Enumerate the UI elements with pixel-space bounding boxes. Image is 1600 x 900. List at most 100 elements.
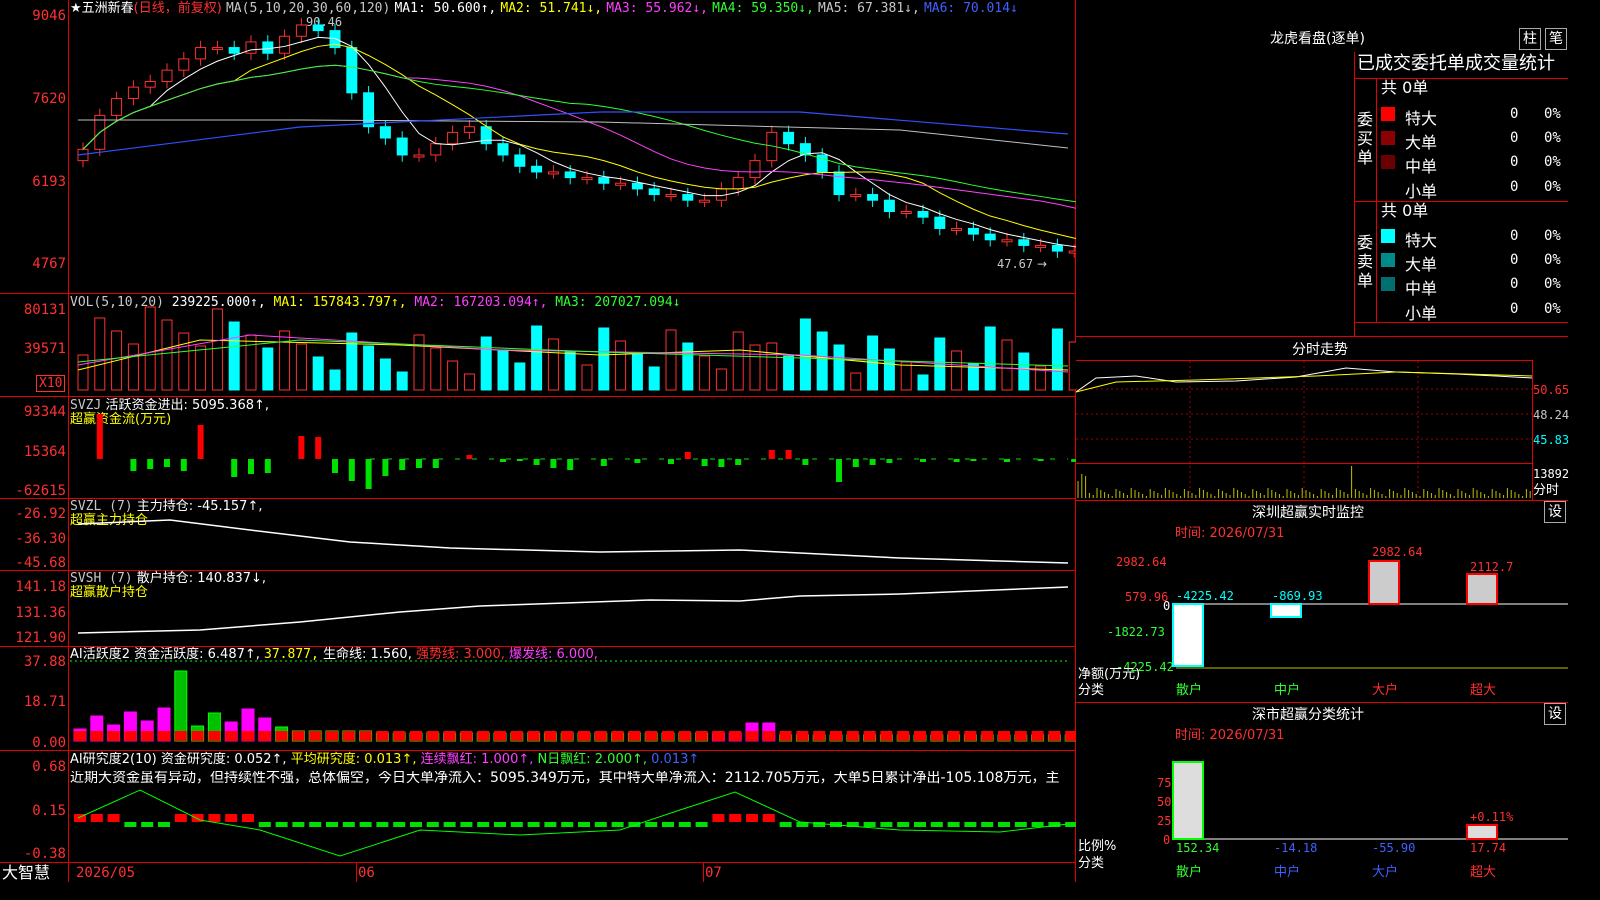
ai1-base-bar [930,731,943,741]
ai2-bar [695,822,708,827]
ai2-bar [494,822,506,827]
svzj-bar [684,452,691,459]
svzj-bar [180,459,187,471]
candle-body [262,41,274,54]
svzj-bar [785,450,792,459]
candle-body [1018,239,1030,246]
ai2-bar [779,822,792,827]
classify-settings-button[interactable]: 设 [1544,703,1566,725]
ai2-bar [762,814,775,822]
fs-y-label: 13892 [1533,467,1570,481]
ai1-base-bar [191,731,204,741]
vol-bar [1068,341,1076,391]
vol-bar [615,340,627,391]
candle-body [900,211,912,215]
kline-chart-svg[interactable] [0,0,1076,882]
ai2-bar [964,822,977,827]
svzj-bar [164,459,170,467]
ai2-bar [678,822,691,827]
candle-body [631,182,643,190]
ai1-base-bar [830,731,842,741]
vol-bar [127,343,139,391]
fenshi-title: 分时走势 [1292,342,1348,358]
kline-main-area[interactable]: 9046 7620 6193 4767 80131 39571 X10 9334… [0,0,1076,882]
vol-bar [833,344,845,391]
candle-body [783,131,795,145]
classify-time: 时间: 2026/07/31 [1175,728,1285,743]
candle-body [615,182,627,186]
monitor-settings-button[interactable]: 设 [1544,501,1566,523]
candle-body [531,165,543,173]
vol-bar [1018,352,1030,391]
vol-bar [211,308,223,391]
vol-bar [161,319,173,391]
vol-bar [312,356,324,391]
candle-body [984,233,996,241]
vol-bar [379,358,391,391]
svzj-bar [315,437,322,459]
candle-body [951,227,963,231]
ai1-base-bar [1014,731,1027,741]
ai1-base-bar [258,731,271,741]
ai1-base-bar [846,731,859,741]
ai2-bar [107,814,120,822]
svzj-bar [718,459,725,467]
ai1-base-bar [208,731,221,741]
tick-mode-button[interactable]: 笔 [1545,28,1567,50]
ai2-bar [309,822,322,827]
fs-y-label: 50.65 [1533,383,1570,397]
ai1-base-bar [158,731,170,741]
svzj-bar [500,459,506,462]
ai1-base-bar [981,731,994,741]
ma6-line [77,111,1069,156]
svzj-bar [416,459,422,468]
mon-cat: 超大 [1470,683,1497,698]
candle-body [295,24,307,37]
svzj-bar [886,459,893,463]
vol-bar [699,355,711,391]
ai2-bar [947,822,960,827]
svzj-bar [130,459,137,471]
ai2-bar [897,822,910,827]
ai2-bar [611,822,624,827]
ai1-base-bar [662,731,674,741]
ai2-bar [460,822,473,827]
candle-body [833,171,845,196]
ai1-base-bar [729,731,742,741]
svzj-bar [634,459,641,463]
fs-y-label: 45.83 [1533,433,1570,447]
candle-body [144,80,156,88]
svzj-bar [466,455,473,459]
vol-bar [900,361,912,391]
candle-body [934,216,946,229]
mon-y-label: -1822.73 [1107,625,1165,639]
ai2-bar [930,822,943,827]
svzj-bar [231,459,238,477]
ai1-base-bar [796,731,809,741]
ai1-base-bar [174,731,187,741]
candle-body [732,177,744,190]
vol-bar [279,330,291,391]
vol-bar [967,363,979,391]
mon-unit: 净额(万元) [1078,667,1141,682]
svzj-bar [298,436,305,459]
svzj-bar [332,459,338,473]
svzj-bar [399,459,406,470]
vol-bar [94,317,106,391]
buy-label: 委买单 [1357,110,1374,167]
bar-mode-button[interactable]: 柱 [1519,28,1541,50]
candle-body [413,154,425,158]
ai1-base-bar [964,731,977,741]
vol-bar [480,336,492,391]
svzj-bar [953,459,960,462]
ai1-base-bar [527,731,540,741]
vol-bar [178,332,190,391]
ai2-bar [443,822,456,827]
candle-body [497,143,509,156]
ai2-bar [326,822,338,827]
candle-body [564,171,576,179]
candle-body [867,194,879,201]
svzj-bar [382,459,389,476]
svzj-bar [533,459,540,465]
vol-bar [463,373,475,391]
